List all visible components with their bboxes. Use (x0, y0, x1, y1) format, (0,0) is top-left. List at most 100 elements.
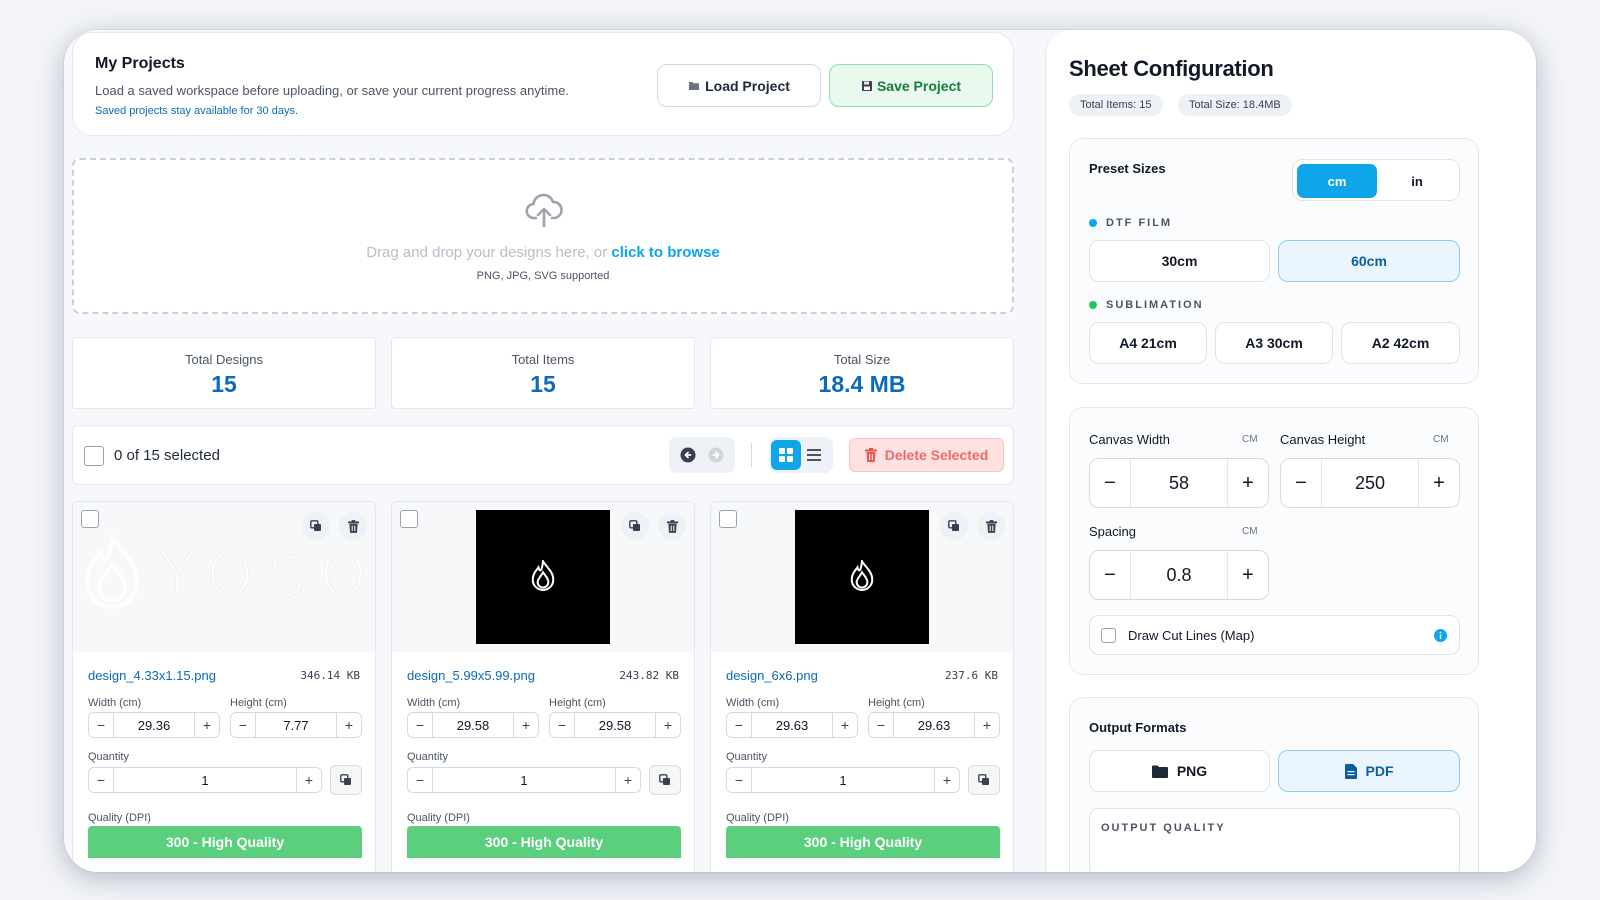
trash-icon[interactable] (339, 512, 367, 540)
increment-button[interactable]: + (337, 713, 361, 737)
undo-icon[interactable] (680, 447, 696, 463)
increment-button[interactable]: + (1228, 551, 1268, 599)
list-view-icon[interactable] (807, 448, 821, 462)
total-items-badge: Total Items: 15 (1069, 94, 1163, 116)
width-value[interactable]: 29.36 (113, 713, 195, 737)
view-toggle (769, 437, 833, 473)
spacing-value[interactable]: 0.8 (1130, 551, 1228, 599)
width-stepper[interactable]: − 29.58 + (407, 712, 539, 738)
format-pdf-button[interactable]: PDF (1278, 750, 1460, 792)
preset-a3[interactable]: A3 30cm (1215, 322, 1333, 364)
canvas-height-stepper[interactable]: − 250 + (1280, 458, 1460, 508)
design-filename[interactable]: design_6x6.png (726, 668, 818, 683)
height-value[interactable]: 29.58 (574, 713, 656, 737)
increment-button[interactable]: + (514, 713, 538, 737)
cut-lines-row[interactable]: Draw Cut Lines (Map) (1089, 615, 1460, 655)
decrement-button[interactable]: − (1090, 459, 1130, 507)
height-stepper[interactable]: − 7.77 + (230, 712, 362, 738)
unit-toggle: cm in (1292, 159, 1460, 201)
preset-dtf-60cm[interactable]: 60cm (1278, 240, 1460, 282)
design-filename[interactable]: design_5.99x5.99.png (407, 668, 535, 683)
duplicate-icon[interactable] (621, 512, 649, 540)
increment-button[interactable]: + (616, 768, 640, 792)
height-value[interactable]: 29.63 (893, 713, 975, 737)
width-value[interactable]: 29.63 (751, 713, 833, 737)
increment-button[interactable]: + (195, 713, 219, 737)
spacing-unit: CM (1242, 526, 1258, 537)
height-value[interactable]: 7.77 (255, 713, 337, 737)
spacing-stepper[interactable]: − 0.8 + (1089, 550, 1269, 600)
decrement-button[interactable]: − (550, 713, 574, 737)
decrement-button[interactable]: − (89, 713, 113, 737)
width-value[interactable]: 29.58 (432, 713, 514, 737)
quantity-stepper[interactable]: − 1 + (407, 767, 641, 793)
unit-cm-button[interactable]: cm (1297, 164, 1377, 198)
design-checkbox[interactable] (719, 510, 737, 528)
preset-title: Preset Sizes (1089, 161, 1166, 176)
canvas-width-stepper[interactable]: − 58 + (1089, 458, 1269, 508)
canvas-height-value[interactable]: 250 (1321, 459, 1419, 507)
duplicate-icon[interactable] (302, 512, 330, 540)
quantity-stepper[interactable]: − 1 + (88, 767, 322, 793)
upload-prompt-line: Drag and drop your designs here, or clic… (74, 244, 1012, 261)
quantity-value[interactable]: 1 (432, 768, 616, 792)
upload-dropzone[interactable]: Drag and drop your designs here, or clic… (72, 158, 1014, 314)
quality-select[interactable]: 300 - High Quality (726, 826, 1000, 858)
increment-button[interactable]: + (833, 713, 857, 737)
width-stepper[interactable]: − 29.36 + (88, 712, 220, 738)
format-png-button[interactable]: PNG (1089, 750, 1270, 792)
duplicate-icon[interactable] (940, 512, 968, 540)
decrement-button[interactable]: − (727, 713, 751, 737)
preset-a2[interactable]: A2 42cm (1341, 322, 1460, 364)
decrement-button[interactable]: − (727, 768, 751, 792)
select-all-checkbox[interactable] (84, 446, 104, 466)
width-label: Width (cm) (407, 697, 461, 709)
save-project-button[interactable]: Save Project (829, 64, 993, 107)
height-stepper[interactable]: − 29.63 + (868, 712, 1000, 738)
quantity-value[interactable]: 1 (751, 768, 935, 792)
trash-icon[interactable] (658, 512, 686, 540)
trash-icon[interactable] (977, 512, 1005, 540)
decrement-button[interactable]: − (89, 768, 113, 792)
quantity-value[interactable]: 1 (113, 768, 297, 792)
increment-button[interactable]: + (297, 768, 321, 792)
width-stepper[interactable]: − 29.63 + (726, 712, 858, 738)
canvas-width-value[interactable]: 58 (1130, 459, 1228, 507)
preview-image (476, 510, 610, 644)
redo-icon[interactable] (708, 447, 724, 463)
unit-in-button[interactable]: in (1377, 164, 1457, 198)
height-stepper[interactable]: − 29.58 + (549, 712, 681, 738)
quantity-stepper[interactable]: − 1 + (726, 767, 960, 793)
design-filename[interactable]: design_4.33x1.15.png (88, 668, 216, 683)
preset-dtf-30cm[interactable]: 30cm (1089, 240, 1270, 282)
load-project-button[interactable]: Load Project (657, 64, 821, 107)
increment-button[interactable]: + (1228, 459, 1268, 507)
browse-link[interactable]: click to browse (611, 244, 719, 261)
decrement-button[interactable]: − (231, 713, 255, 737)
increment-button[interactable]: + (1419, 459, 1459, 507)
preset-a4[interactable]: A4 21cm (1089, 322, 1207, 364)
decrement-button[interactable]: − (408, 768, 432, 792)
increment-button[interactable]: + (935, 768, 959, 792)
decrement-button[interactable]: − (1281, 459, 1321, 507)
decrement-button[interactable]: − (408, 713, 432, 737)
decrement-button[interactable]: − (869, 713, 893, 737)
grid-view-icon[interactable] (771, 440, 801, 470)
increment-button[interactable]: + (975, 713, 999, 737)
quality-select[interactable]: 300 - High Quality (407, 826, 681, 858)
quality-label: Quality (DPI) (407, 812, 470, 824)
delete-selected-button[interactable]: Delete Selected (849, 438, 1004, 472)
design-checkbox[interactable] (81, 510, 99, 528)
canvas-width-label: Canvas Width (1089, 432, 1170, 447)
increment-button[interactable]: + (656, 713, 680, 737)
info-icon[interactable] (1434, 629, 1447, 642)
design-checkbox[interactable] (400, 510, 418, 528)
duplicate-icon[interactable] (649, 765, 681, 795)
canvas-settings-card: Canvas Width CM Canvas Height CM − 58 + … (1069, 407, 1479, 675)
decrement-button[interactable]: − (1090, 551, 1130, 599)
duplicate-icon[interactable] (330, 765, 362, 795)
quality-select[interactable]: 300 - High Quality (88, 826, 362, 858)
folder-icon (1151, 765, 1168, 778)
duplicate-icon[interactable] (968, 765, 1000, 795)
cut-lines-checkbox[interactable] (1101, 628, 1116, 643)
